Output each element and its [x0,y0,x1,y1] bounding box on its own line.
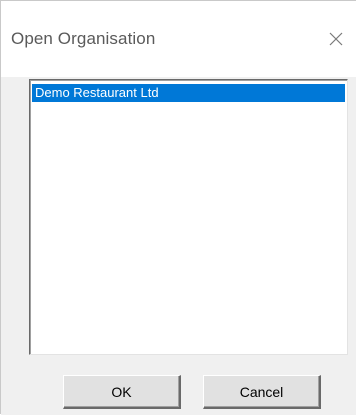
title-bar: Open Organisation [1,1,356,77]
list-item[interactable]: Demo Restaurant Ltd [32,84,345,102]
ok-button[interactable]: OK [63,375,181,409]
organisation-listbox[interactable]: Demo Restaurant Ltd [29,79,348,355]
dialog-body: Demo Restaurant Ltd OK Cancel [1,77,356,415]
cancel-button[interactable]: Cancel [203,375,321,409]
open-organisation-dialog: Open Organisation Demo Restaurant Ltd OK… [0,0,356,415]
dialog-title: Open Organisation [11,29,156,48]
close-button[interactable] [322,25,350,53]
close-icon [329,32,343,46]
